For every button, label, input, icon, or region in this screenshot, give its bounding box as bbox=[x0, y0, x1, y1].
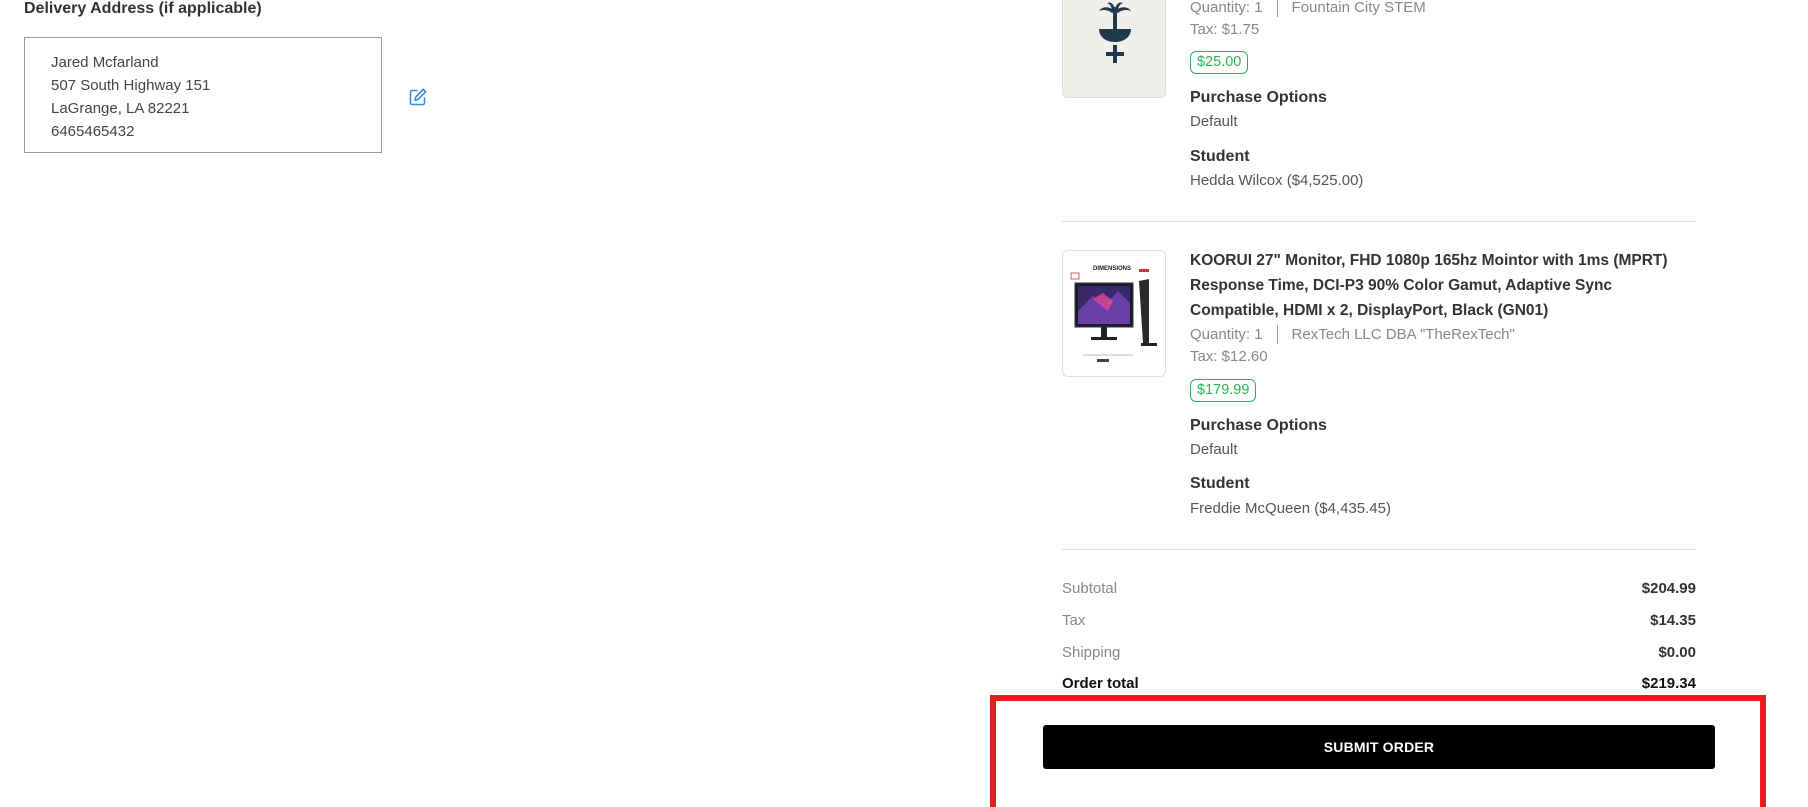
tax-value: $14.35 bbox=[1650, 612, 1696, 629]
item-2-purchase-options-value: Default bbox=[1190, 441, 1238, 458]
submit-order-button[interactable]: SUBMIT ORDER bbox=[1043, 725, 1715, 769]
monitor-box-image-icon: DIMENSIONS bbox=[1063, 251, 1165, 376]
item-1-purchase-options-value: Default bbox=[1190, 113, 1238, 130]
subtotal-value: $204.99 bbox=[1641, 580, 1696, 597]
item-2-quantity: Quantity: 1 bbox=[1190, 326, 1263, 343]
address-name: Jared Mcfarland bbox=[51, 54, 159, 71]
item-1-quantity: Quantity: 1 bbox=[1190, 0, 1263, 16]
summary-divider bbox=[1062, 549, 1696, 550]
item-2-title-line-2: Response Time, DCI-P3 90% Color Gamut, A… bbox=[1190, 277, 1613, 294]
summary-tax-row: Tax $14.35 bbox=[1062, 612, 1696, 629]
order-total-label: Order total bbox=[1062, 675, 1139, 692]
delivery-address-card: Jared Mcfarland 507 South Highway 151 La… bbox=[24, 37, 382, 153]
item-2-purchase-options-label: Purchase Options bbox=[1190, 417, 1327, 434]
shipping-value: $0.00 bbox=[1658, 644, 1696, 661]
tax-label: Tax bbox=[1062, 612, 1086, 629]
item-2-vendor: RexTech LLC DBA "TheRexTech" bbox=[1291, 326, 1515, 343]
item-1-vendor: Fountain City STEM bbox=[1291, 0, 1426, 16]
item-1-tax: Tax: $1.75 bbox=[1190, 21, 1260, 38]
item-1-price-badge: $25.00 bbox=[1190, 51, 1249, 74]
item-1-purchase-options-label: Purchase Options bbox=[1190, 89, 1327, 106]
item-divider bbox=[1062, 221, 1696, 222]
item-2-meta-separator bbox=[1276, 325, 1278, 344]
delivery-address-heading: Delivery Address (if applicable) bbox=[24, 0, 262, 17]
item-2-title-line-1: KOORUI 27" Monitor, FHD 1080p 165hz Moin… bbox=[1190, 252, 1668, 269]
item-2-price-badge: $179.99 bbox=[1190, 379, 1257, 402]
summary-shipping-row: Shipping $0.00 bbox=[1062, 644, 1696, 661]
item-1-student-label: Student bbox=[1190, 148, 1250, 165]
fountain-logo-icon bbox=[1099, 2, 1131, 63]
item-1-student-value: Hedda Wilcox ($4,525.00) bbox=[1190, 172, 1364, 189]
product-image-monitor: DIMENSIONS bbox=[1062, 250, 1166, 377]
item-2-student-label: Student bbox=[1190, 475, 1250, 492]
summary-subtotal-row: Subtotal $204.99 bbox=[1062, 580, 1696, 597]
item-2-title: KOORUI 27" Monitor, FHD 1080p 165hz Moin… bbox=[1190, 248, 1700, 323]
shipping-label: Shipping bbox=[1062, 644, 1121, 661]
item-1-meta-separator bbox=[1276, 0, 1278, 17]
address-phone: 6465465432 bbox=[51, 123, 135, 140]
order-total-value: $219.34 bbox=[1641, 675, 1696, 692]
subtotal-label: Subtotal bbox=[1062, 580, 1118, 597]
address-street: 507 South Highway 151 bbox=[51, 77, 211, 94]
item-2-title-line-3: Compatible, HDMI x 2, DisplayPort, Black… bbox=[1190, 302, 1549, 319]
monitor-box-text: DIMENSIONS bbox=[1093, 266, 1131, 272]
edit-address-icon[interactable] bbox=[408, 87, 428, 107]
item-2-tax: Tax: $12.60 bbox=[1190, 348, 1268, 365]
summary-total-row: Order total $219.34 bbox=[1062, 675, 1696, 692]
item-2-meta: Quantity: 1 RexTech LLC DBA "TheRexTech" bbox=[1190, 325, 1515, 344]
address-city-state-zip: LaGrange, LA 82221 bbox=[51, 100, 190, 117]
product-image-fountain-stem bbox=[1062, 0, 1166, 98]
item-2-student-value: Freddie McQueen ($4,435.45) bbox=[1190, 500, 1391, 517]
item-1-meta: Quantity: 1 Fountain City STEM bbox=[1190, 0, 1426, 17]
